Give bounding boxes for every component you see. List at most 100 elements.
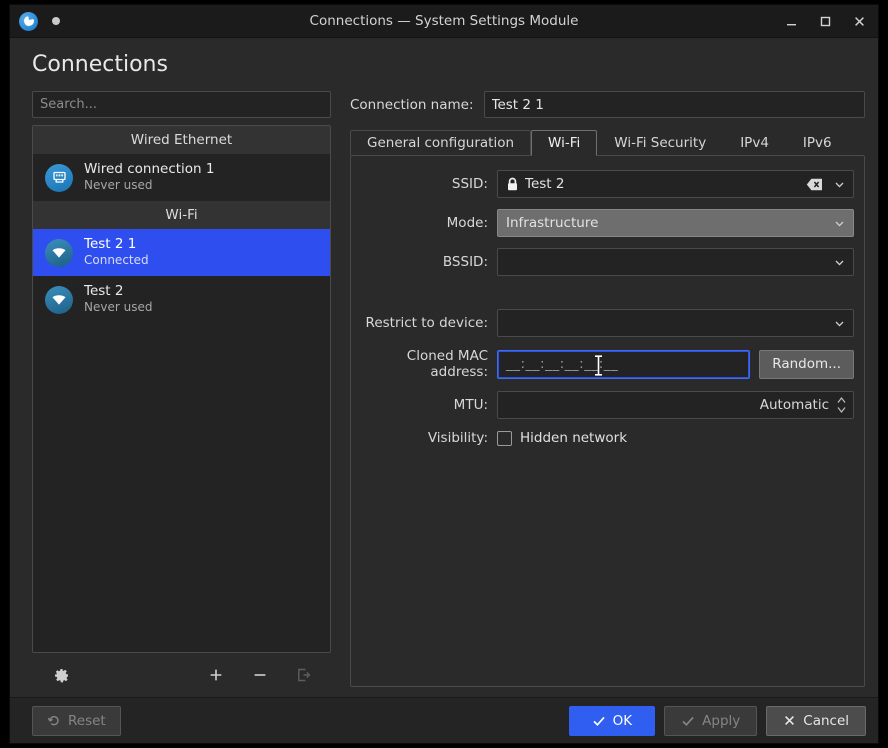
export-icon[interactable] [291,662,317,688]
chevron-down-icon[interactable] [833,317,846,330]
restrict-to-device-field [497,309,854,337]
ssid-row: SSID: Test 2 [351,170,854,198]
connection-editor: Connection name: General configuration W… [350,87,865,697]
tab-label: Wi-Fi [548,135,580,151]
mtu-row: MTU: Automatic [351,391,854,419]
hidden-network-label: Hidden network [520,430,627,446]
mode-row: Mode: Infrastructure [351,209,854,237]
tab-wifi-security[interactable]: Wi-Fi Security [597,130,723,155]
page-header: Connections [10,38,878,87]
hidden-network-checkbox-wrap[interactable]: Hidden network [497,430,627,446]
ssid-field: Test 2 [497,170,854,198]
list-item-name: Test 2 [84,284,152,300]
connections-window: Connections — System Settings Module Con… [10,5,878,743]
list-item-name: Wired connection 1 [84,162,215,178]
apply-label: Apply [702,713,740,729]
connection-name-label: Connection name: [350,97,474,113]
ssid-value: Test 2 [525,176,800,192]
text-cursor-icon [593,355,604,380]
cloned-mac-input[interactable]: __:__:__:__:__:__ [497,350,750,379]
titlebar: Connections — System Settings Module [10,5,878,38]
tab-general-configuration[interactable]: General configuration [350,130,531,155]
random-mac-label: Random... [772,356,841,372]
chevron-down-icon[interactable] [833,256,846,269]
tab-wifi[interactable]: Wi-Fi [531,130,597,156]
bssid-field [497,248,854,276]
tabbar: General configuration Wi-Fi Wi-Fi Securi… [350,129,865,155]
tab-ipv4[interactable]: IPv4 [723,130,786,155]
hidden-network-checkbox[interactable] [497,431,512,446]
connections-list[interactable]: Wired Ethernet Wired connection 1 Never … [32,125,331,653]
tab-label: General configuration [367,135,514,151]
list-item-texts: Test 2 1 Connected [84,237,149,267]
clear-icon[interactable] [806,178,823,191]
wifi-signal-icon [45,286,73,314]
spinner-arrows-icon[interactable] [835,395,848,415]
tab-label: Wi-Fi Security [614,135,706,151]
list-item-status: Connected [84,253,149,267]
list-item-texts: Wired connection 1 Never used [84,162,215,192]
cancel-button[interactable]: Cancel [766,706,866,736]
restrict-to-device-row: Restrict to device: [351,309,854,337]
window-controls [774,5,878,37]
random-mac-button[interactable]: Random... [759,350,854,379]
bssid-row: BSSID: [351,248,854,276]
bssid-label: BSSID: [351,254,497,270]
visibility-label: Visibility: [351,430,497,446]
chevron-down-icon[interactable] [833,217,846,230]
gear-icon[interactable] [48,662,74,688]
window-body: Wired Ethernet Wired connection 1 Never … [10,87,878,697]
window-title: Connections — System Settings Module [10,13,878,29]
mtu-field: Automatic [497,391,854,419]
add-icon[interactable] [203,662,229,688]
cloned-mac-field: __:__:__:__:__:__ Random... [497,350,854,379]
ssid-combobox[interactable]: Test 2 [497,170,854,198]
remove-icon[interactable] [247,662,273,688]
toolbar-actions [203,662,317,688]
ok-button[interactable]: OK [569,706,655,736]
apply-button[interactable]: Apply [664,706,757,736]
mode-combobox[interactable]: Infrastructure [497,209,854,237]
list-item-name: Test 2 1 [84,237,149,253]
visibility-field: Hidden network [497,430,854,446]
tab-ipv6[interactable]: IPv6 [786,130,849,155]
form-gap [351,287,854,309]
group-header-wired-ethernet: Wired Ethernet [33,126,330,154]
tab-label: IPv4 [740,135,769,151]
titlebar-left-icons [10,12,60,31]
page-title: Connections [32,52,878,77]
connections-sidebar: Wired Ethernet Wired connection 1 Never … [32,87,331,697]
list-item-status: Never used [84,300,152,314]
group-header-wifi: Wi-Fi [33,201,330,229]
close-icon[interactable] [842,5,876,38]
reset-button[interactable]: Reset [32,706,121,736]
tab-label: IPv6 [803,135,832,151]
wifi-tab-panel: SSID: Test 2 [350,155,865,687]
list-item[interactable]: Test 2 1 Connected [33,229,330,276]
ok-label: OK [613,713,632,729]
list-item-texts: Test 2 Never used [84,284,152,314]
minimize-icon[interactable] [774,5,808,38]
list-item[interactable]: Test 2 Never used [33,276,330,323]
close-x-icon [783,714,796,727]
sidebar-toolbar [32,653,331,697]
bssid-combobox[interactable] [497,248,854,276]
check-icon [592,714,606,728]
modified-indicator-icon [52,17,60,25]
mtu-spinbox[interactable]: Automatic [497,391,854,419]
mode-value: Infrastructure [506,215,827,231]
list-item[interactable]: Wired connection 1 Never used [33,154,330,201]
restrict-to-device-label: Restrict to device: [351,315,497,331]
mtu-value: Automatic [760,397,829,413]
list-item-status: Never used [84,178,215,192]
restrict-to-device-combobox[interactable] [497,309,854,337]
lock-icon [506,177,519,192]
maximize-icon[interactable] [808,5,842,38]
search-input[interactable] [32,91,331,118]
reset-icon [47,714,61,728]
ssid-label: SSID: [351,176,497,192]
visibility-row: Visibility: Hidden network [351,430,854,446]
chevron-down-icon[interactable] [833,178,846,191]
mode-field: Infrastructure [497,209,854,237]
connection-name-input[interactable] [484,91,865,118]
